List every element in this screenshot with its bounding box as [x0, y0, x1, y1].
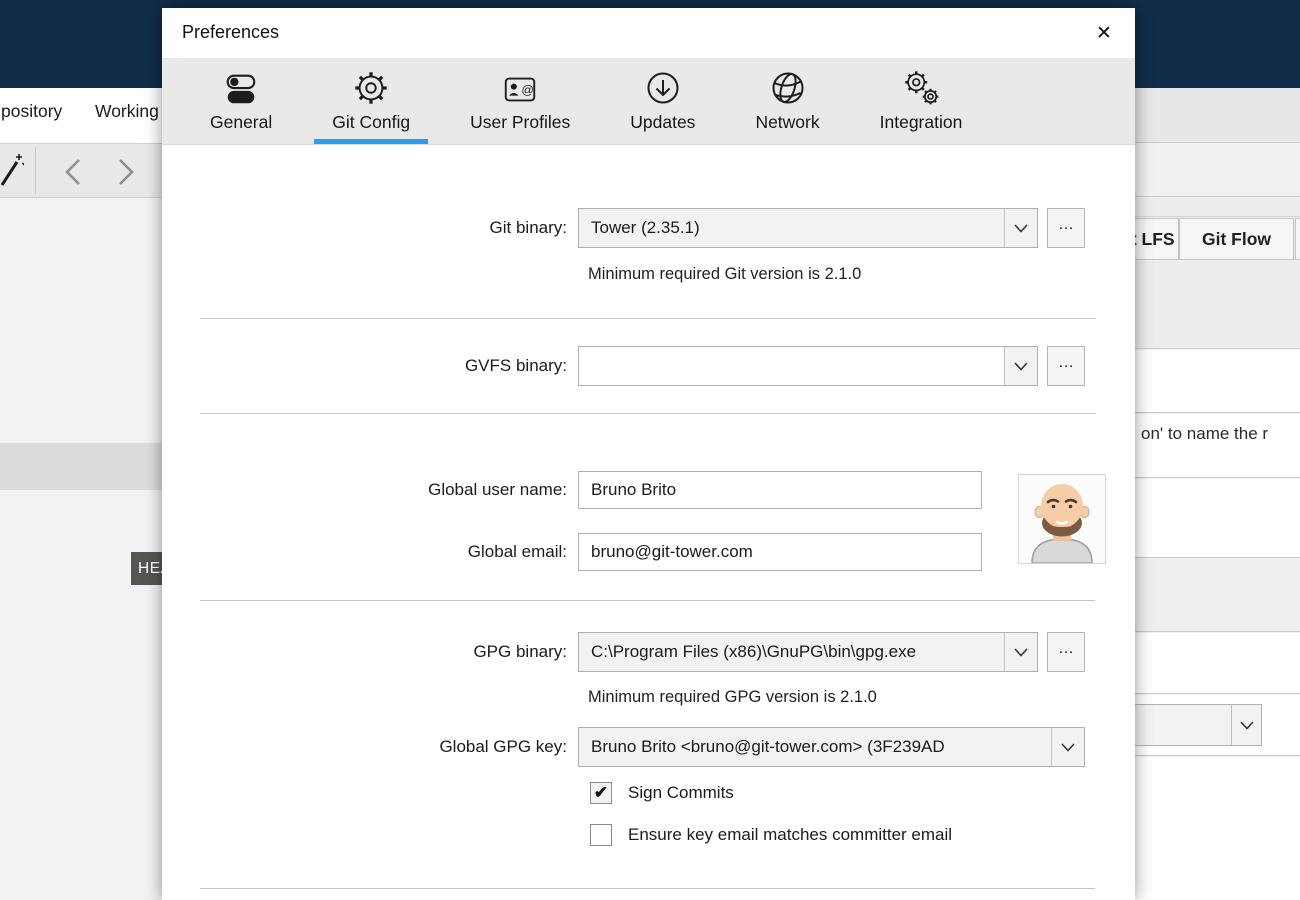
chevron-down-icon[interactable]	[1004, 633, 1037, 671]
bg-strip	[1135, 633, 1300, 694]
download-circle-icon	[647, 72, 679, 104]
tab-git-config[interactable]: Git Config	[314, 58, 429, 144]
menu-item-repository[interactable]: pository	[1, 101, 62, 122]
separator	[200, 413, 1095, 414]
global-email-field[interactable]	[578, 533, 982, 571]
forward-button[interactable]	[109, 156, 143, 188]
tab-strip: General Git Config @ User Profiles Updat…	[162, 58, 1135, 145]
tab-label: User Profiles	[470, 112, 571, 132]
ensure-key-email-checkbox[interactable]	[590, 824, 612, 846]
gpg-binary-browse-button[interactable]: …	[1047, 632, 1085, 672]
contact-card-icon: @	[504, 77, 536, 102]
ensure-key-email-label: Ensure key email matches committer email	[628, 825, 953, 844]
sidebar-background	[0, 199, 162, 900]
chevron-down-icon[interactable]	[1004, 347, 1037, 385]
sidebar-selection-band	[0, 443, 162, 490]
separator	[200, 600, 1095, 601]
globe-icon	[772, 72, 804, 104]
global-email-label: Global email:	[467, 542, 567, 561]
separator	[200, 318, 1095, 319]
global-user-name-field[interactable]	[578, 471, 982, 509]
bg-strip	[1135, 198, 1300, 217]
bg-strip	[1135, 559, 1300, 632]
git-config-form: Git binary: Tower (2.35.1) … Minimum req…	[162, 145, 1135, 900]
sign-commits-label: Sign Commits	[628, 783, 734, 802]
global-gpg-key-dropdown[interactable]: Bruno Brito <bruno@git-tower.com> (3F239…	[578, 727, 1085, 767]
tab-user-profiles[interactable]: @ User Profiles	[452, 58, 588, 144]
git-binary-label: Git binary:	[489, 218, 567, 237]
menu-item-working-copy[interactable]: Working	[95, 101, 159, 122]
toggles-icon	[226, 74, 256, 104]
gpg-binary-dropdown[interactable]: C:\Program Files (x86)\GnuPG\bin\gpg.exe	[578, 632, 1038, 672]
git-version-hint: Minimum required Git version is 2.1.0	[588, 265, 862, 283]
git-binary-dropdown[interactable]: Tower (2.35.1)	[578, 208, 1038, 248]
toolbar-separator	[35, 147, 36, 194]
bg-strip	[1135, 479, 1300, 558]
toolbar-right	[1135, 88, 1300, 143]
segmented-button-partial[interactable]	[1295, 218, 1300, 260]
wand-icon[interactable]	[0, 151, 26, 194]
tab-label: Updates	[630, 112, 696, 132]
sign-commits-checkbox[interactable]: ✔	[590, 782, 612, 804]
checkmark-icon: ✔	[593, 783, 609, 802]
sign-commits-checkbox-row[interactable]: ✔ Sign Commits	[590, 782, 734, 804]
bg-strip	[1135, 350, 1300, 413]
chevron-down-icon[interactable]	[1004, 209, 1037, 247]
git-binary-value: Tower (2.35.1)	[591, 218, 700, 237]
chevron-down-icon[interactable]	[1051, 728, 1084, 766]
dialog-titlebar: Preferences ✕	[162, 8, 1135, 58]
tab-integration[interactable]: Integration	[862, 58, 981, 144]
git-flow-label: Git Flow	[1201, 228, 1272, 249]
separator	[200, 888, 1095, 889]
chevron-down-icon[interactable]	[1231, 705, 1261, 745]
global-gpg-key-label: Global GPG key:	[439, 737, 567, 756]
gear-icon	[355, 72, 387, 104]
ensure-key-email-checkbox-row[interactable]: Ensure key email matches committer email	[590, 824, 952, 846]
gvfs-binary-label: GVFS binary:	[464, 356, 567, 375]
avatar	[1018, 474, 1106, 564]
dialog-title: Preferences	[182, 22, 280, 42]
bg-strip	[1135, 757, 1300, 900]
tab-label: Git Config	[332, 112, 411, 132]
back-button[interactable]	[56, 156, 90, 188]
tab-updates[interactable]: Updates	[612, 58, 713, 144]
gpg-version-hint: Minimum required GPG version is 2.1.0	[588, 688, 877, 706]
gvfs-binary-dropdown[interactable]	[578, 346, 1038, 386]
gears-icon	[905, 71, 939, 105]
screen: pository Working HEAD Git LFS Git Flow o…	[0, 0, 1300, 900]
git-flow-button[interactable]: Git Flow	[1179, 218, 1294, 260]
bg-strip	[1135, 261, 1300, 349]
gpg-binary-label: GPG binary:	[473, 642, 567, 661]
tab-label: General	[210, 112, 273, 132]
gpg-binary-value: C:\Program Files (x86)\GnuPG\bin\gpg.exe	[591, 642, 917, 661]
tab-network[interactable]: Network	[737, 58, 837, 144]
app-titlebar-right	[1135, 0, 1300, 88]
preferences-dialog: Preferences ✕ General Git Config @ User …	[162, 8, 1135, 900]
global-gpg-key-value: Bruno Brito <bruno@git-tower.com> (3F239…	[591, 737, 945, 756]
close-icon[interactable]: ✕	[1089, 18, 1119, 48]
svg-text:@: @	[522, 83, 535, 97]
background-hint-text: on' to name the r	[1141, 424, 1269, 443]
tab-label: Integration	[879, 112, 963, 132]
global-user-name-label: Global user name:	[428, 480, 567, 499]
tab-label: Network	[755, 112, 820, 132]
bg-strip	[1135, 144, 1300, 197]
git-binary-browse-button[interactable]: …	[1047, 208, 1085, 248]
tab-general[interactable]: General	[192, 58, 290, 144]
gvfs-binary-browse-button[interactable]: …	[1047, 346, 1085, 386]
